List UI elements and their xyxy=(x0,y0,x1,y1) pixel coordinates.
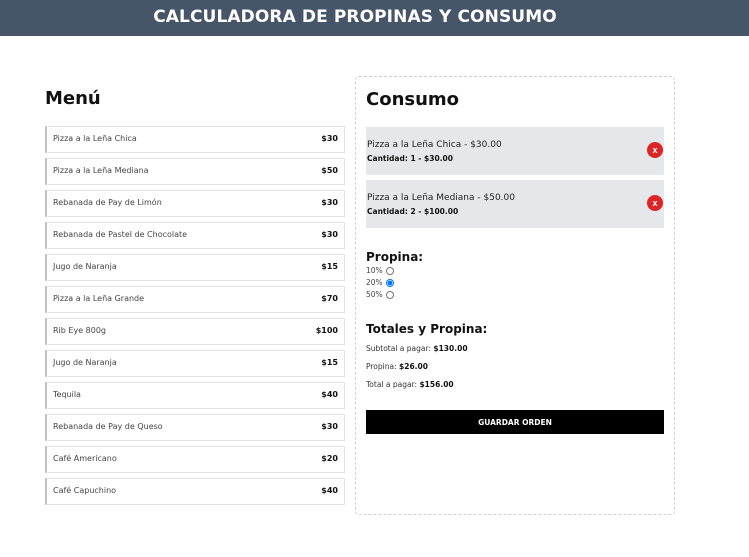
tip-radio-50[interactable] xyxy=(385,290,394,299)
app-title: CALCULADORA DE PROPINAS Y CONSUMO xyxy=(153,7,557,27)
tip-amount-label: Propina: xyxy=(366,362,400,371)
menu-item[interactable]: Pizza a la Leña Grande $70 xyxy=(45,286,345,313)
menu-title: Menú xyxy=(45,88,101,109)
menu-item-price: $20 xyxy=(321,454,338,463)
totals-title: Totales y Propina: xyxy=(366,322,488,336)
menu-item[interactable]: Pizza a la Leña Chica $30 xyxy=(45,126,345,153)
menu-item-name: Pizza a la Leña Chica xyxy=(53,134,137,143)
order-item-title: Pizza a la Leña Mediana - $50.00 xyxy=(367,193,515,203)
menu-item-price: $15 xyxy=(321,358,338,367)
menu-item-name: Jugo de Naranja xyxy=(53,262,117,271)
menu-item-name: Jugo de Naranja xyxy=(53,358,117,367)
menu-item-price: $70 xyxy=(321,294,338,303)
menu-item[interactable]: Rebanada de Pay de Limón $30 xyxy=(45,190,345,217)
order-item-title: Pizza a la Leña Chica - $30.00 xyxy=(367,140,502,150)
tip-option-label: 50% xyxy=(366,290,383,299)
subtotal-label: Subtotal a pagar: xyxy=(366,344,434,353)
menu-item-name: Pizza a la Leña Mediana xyxy=(53,166,149,175)
app-header: CALCULADORA DE PROPINAS Y CONSUMO xyxy=(0,0,749,36)
menu-item-price: $30 xyxy=(321,230,338,239)
menu-section: Menú Pizza a la Leña Chica $30 Pizza a l… xyxy=(45,88,345,505)
consumo-panel: Consumo Pizza a la Leña Chica - $30.00 C… xyxy=(355,76,675,515)
tip-title: Propina: xyxy=(366,250,424,264)
menu-item[interactable]: Rib Eye 800g $100 xyxy=(45,318,345,345)
order-item-quantity: Cantidad: 2 - $100.00 xyxy=(367,207,459,216)
menu-item[interactable]: Café Americano $20 xyxy=(45,446,345,473)
menu-item[interactable]: Jugo de Naranja $15 xyxy=(45,254,345,281)
tip-amount-value: $26.00 xyxy=(399,362,428,371)
tip-option-label: 20% xyxy=(366,278,383,287)
subtotal-value: $130.00 xyxy=(433,344,468,353)
total-label: Total a pagar: xyxy=(366,380,420,389)
subtotal-line: Subtotal a pagar: $130.00 xyxy=(366,344,468,353)
consumo-title: Consumo xyxy=(366,89,460,110)
menu-item-price: $40 xyxy=(321,486,338,495)
total-value: $156.00 xyxy=(419,380,454,389)
menu-item[interactable]: Pizza a la Leña Mediana $50 xyxy=(45,158,345,185)
remove-item-button[interactable]: x xyxy=(647,195,663,211)
menu-item[interactable]: Jugo de Naranja $15 xyxy=(45,350,345,377)
menu-item-name: Tequila xyxy=(53,390,81,399)
menu-item-name: Café Capuchino xyxy=(53,486,117,495)
menu-item[interactable]: Rebanada de Pastel de Chocolate $30 xyxy=(45,222,345,249)
tip-radio-10[interactable] xyxy=(385,266,394,275)
tip-radio-20[interactable] xyxy=(385,278,394,287)
tip-option-label: 10% xyxy=(366,266,383,275)
menu-item-price: $100 xyxy=(315,326,338,335)
menu-item-name: Café Americano xyxy=(53,454,117,463)
menu-item-name: Rib Eye 800g xyxy=(53,326,107,335)
menu-item-name: Rebanada de Pay de Limón xyxy=(53,198,162,207)
menu-item-price: $15 xyxy=(321,262,338,271)
menu-item-name: Rebanada de Pastel de Chocolate xyxy=(53,230,188,239)
menu-item[interactable]: Rebanada de Pay de Queso $30 xyxy=(45,414,345,441)
menu-item-name: Pizza a la Leña Grande xyxy=(53,294,145,303)
order-item: Pizza a la Leña Mediana - $50.00 Cantida… xyxy=(366,180,664,228)
menu-item-price: $30 xyxy=(321,198,338,207)
tip-amount-line: Propina: $26.00 xyxy=(366,362,428,371)
menu-item-price: $30 xyxy=(321,134,338,143)
remove-item-button[interactable]: x xyxy=(647,142,663,158)
tip-option-20[interactable]: 20% xyxy=(366,278,394,287)
tip-option-50[interactable]: 50% xyxy=(366,290,394,299)
menu-item[interactable]: Tequila $40 xyxy=(45,382,345,409)
menu-item[interactable]: Café Capuchino $40 xyxy=(45,478,345,505)
save-order-button[interactable]: GUARDAR ORDEN xyxy=(366,410,664,434)
menu-item-price: $50 xyxy=(321,166,338,175)
tip-option-10[interactable]: 10% xyxy=(366,266,394,275)
menu-item-price: $30 xyxy=(321,422,338,431)
order-item-quantity: Cantidad: 1 - $30.00 xyxy=(367,154,453,163)
total-line: Total a pagar: $156.00 xyxy=(366,380,454,389)
menu-item-price: $40 xyxy=(321,390,338,399)
menu-item-name: Rebanada de Pay de Queso xyxy=(53,422,163,431)
order-item: Pizza a la Leña Chica - $30.00 Cantidad:… xyxy=(366,127,664,175)
